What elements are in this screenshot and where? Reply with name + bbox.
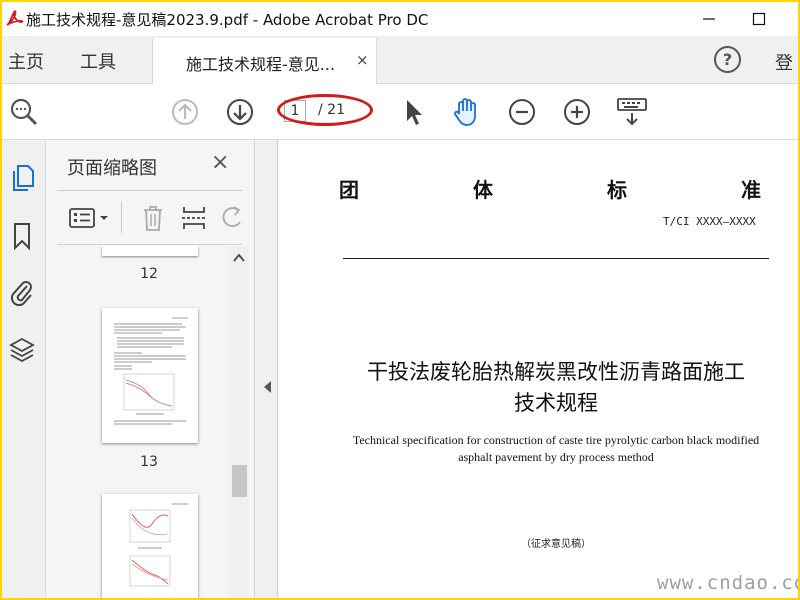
bookmark-icon[interactable]	[4, 218, 40, 254]
delete-page-icon[interactable]	[136, 201, 170, 235]
page-thumbnail-preview	[129, 503, 188, 587]
document-tab-close-icon[interactable]: ×	[356, 51, 369, 69]
next-page-icon[interactable]	[222, 94, 258, 130]
doc-heading-char: 团	[339, 178, 359, 202]
document-tab[interactable]: 施工技术规程-意见... ×	[152, 38, 377, 85]
home-tab[interactable]: 主页	[8, 48, 44, 74]
divider	[57, 244, 242, 245]
page-thumbnail-label: 13	[140, 454, 158, 470]
keyboard-icon[interactable]	[614, 94, 650, 130]
panel-close-icon[interactable]: ×	[211, 150, 229, 175]
minimize-icon	[703, 18, 715, 20]
thumbnail-scrollbar[interactable]	[229, 246, 249, 598]
page-thumbnails-icon[interactable]	[4, 160, 40, 196]
scroll-up-icon[interactable]	[233, 252, 245, 266]
rotate-page-icon[interactable]	[215, 201, 249, 235]
page-thumbnail-label: 12	[140, 266, 158, 282]
attachment-icon[interactable]	[4, 274, 40, 310]
thumbnail-list: 12 13	[47, 246, 229, 598]
highlight-annotation	[277, 94, 373, 126]
layers-icon[interactable]	[4, 332, 40, 368]
maximize-button[interactable]	[736, 6, 782, 32]
left-navigation-rail	[2, 140, 46, 598]
insert-page-icon[interactable]	[177, 201, 211, 235]
doc-heading-char: 标	[607, 178, 627, 202]
prev-page-icon[interactable]	[167, 94, 203, 130]
panel-title: 页面缩略图	[67, 158, 157, 179]
english-line-2: asphalt pavement by dry process method	[458, 450, 654, 464]
draft-label: （征求意见稿）	[521, 539, 591, 550]
title-line-1: 干投法废轮胎热解炭黑改性沥青路面施工	[367, 360, 745, 384]
horizontal-rule	[343, 258, 769, 259]
maximize-icon	[752, 12, 766, 26]
window-title: 施工技术规程-意见稿2023.9.pdf - Adobe Acrobat Pro…	[26, 11, 429, 29]
zoom-out-icon[interactable]	[504, 94, 540, 130]
toolbar: 1 / 21	[2, 84, 798, 140]
search-icon[interactable]	[6, 94, 42, 130]
title-bar: 施工技术规程-意见稿2023.9.pdf - Adobe Acrobat Pro…	[2, 2, 798, 36]
page-thumbnail[interactable]	[102, 308, 198, 443]
zoom-in-icon[interactable]	[559, 94, 595, 130]
acrobat-window: 施工技术规程-意见稿2023.9.pdf - Adobe Acrobat Pro…	[2, 2, 798, 598]
watermark: www.cndao.com	[657, 572, 798, 594]
document-tab-label: 施工技术规程-意见...	[186, 55, 336, 74]
scrollbar-thumb[interactable]	[232, 465, 247, 497]
panel-collapse-strip[interactable]	[256, 140, 278, 598]
doc-heading-char: 体	[473, 178, 493, 202]
hand-icon[interactable]	[448, 94, 484, 130]
select-arrow-icon[interactable]	[395, 94, 431, 130]
panel-toolbar	[47, 195, 254, 243]
toolbar-divider	[121, 201, 122, 233]
help-icon[interactable]: ?	[714, 46, 741, 73]
standard-code: T/CI XXXX—XXXX	[663, 215, 756, 228]
page-thumbnail-preview	[114, 317, 188, 425]
page-thumbnails-panel: 页面缩略图 × 12 13	[47, 140, 255, 598]
page-thumbnail[interactable]	[102, 494, 198, 598]
doc-heading-char: 准	[741, 178, 761, 202]
acrobat-logo-icon	[6, 10, 24, 26]
document-title: 干投法废轮胎热解炭黑改性沥青路面施工 技术规程	[339, 357, 773, 419]
login-button[interactable]: 登	[775, 49, 793, 75]
divider	[57, 190, 242, 191]
english-title: Technical specification for construction…	[339, 432, 773, 466]
english-line-1: Technical specification for construction…	[352, 433, 760, 447]
menu-bar: 主页 工具 施工技术规程-意见... × ? 登	[2, 36, 798, 85]
tools-tab[interactable]: 工具	[80, 48, 116, 74]
page-thumbnail[interactable]	[102, 246, 198, 256]
options-menu-icon[interactable]	[67, 201, 113, 235]
document-page: 团 体 标 准 T/CI XXXX—XXXX 干投法废轮胎热解炭黑改性沥青路面施…	[279, 140, 798, 598]
minimize-button[interactable]	[686, 6, 732, 32]
title-line-2: 技术规程	[514, 391, 598, 415]
collapse-panel-icon[interactable]	[262, 380, 272, 397]
